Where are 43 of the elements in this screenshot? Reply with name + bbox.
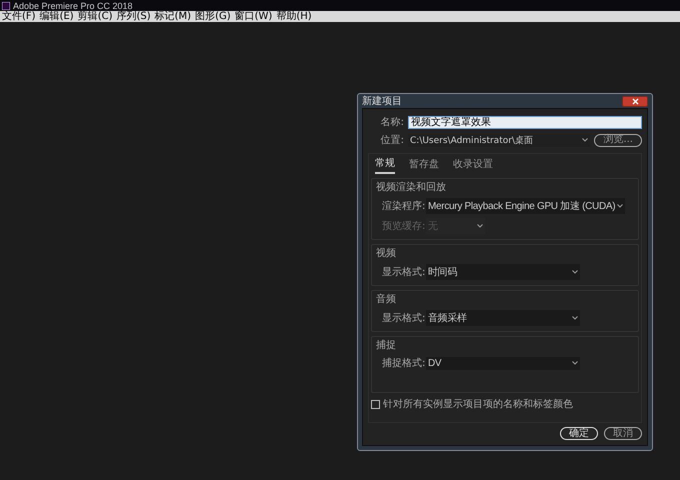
chevron-down-icon: [617, 204, 624, 208]
ok-button[interactable]: 确定: [560, 427, 598, 440]
browse-button[interactable]: 浏览...: [594, 134, 642, 146]
chevron-down-icon: [572, 361, 578, 365]
chevron-down-icon: [582, 138, 588, 142]
dropdown[interactable]: 时间码: [426, 264, 580, 280]
name-field[interactable]: 视频文字遮罩效果: [408, 116, 642, 128]
close-button[interactable]: [622, 96, 648, 106]
group-title: 音频: [376, 292, 397, 306]
field-label: 捕捉格式:: [382, 356, 424, 370]
tab[interactable]: 收录设置: [453, 156, 493, 174]
field-label: 显示格式:: [382, 312, 424, 325]
menu-item[interactable]: 窗口(W): [234, 12, 272, 22]
group-title: 捕捉: [376, 338, 397, 352]
group-title: 视频渲染和回放: [376, 180, 447, 194]
checkbox[interactable]: [371, 400, 380, 408]
window-title: Adobe Premiere Pro CC 2018: [13, 0, 133, 10]
menu-item[interactable]: 序列(S): [116, 12, 151, 22]
chevron-down-icon: [572, 270, 578, 274]
dialog-title: 新建项目: [362, 94, 402, 108]
menu-item[interactable]: 图形(G): [195, 12, 231, 22]
dropdown[interactable]: 音频采样: [426, 310, 580, 326]
group-title: 视频: [376, 246, 397, 260]
name-label: 名称:: [380, 116, 404, 129]
chevron-down-icon: [572, 316, 578, 320]
checkbox-label: 针对所有实例显示项目项的名称和标签颜色: [383, 398, 573, 411]
field-label: 显示格式:: [382, 266, 424, 279]
tab[interactable]: 常规: [375, 156, 395, 174]
field-label: 预览缓存:: [382, 220, 424, 233]
dropdown[interactable]: Mercury Playback Engine GPU 加速 (CUDA): [426, 198, 626, 214]
menu-item[interactable]: 编辑(E): [40, 12, 74, 22]
close-icon: [632, 98, 638, 104]
menu-item[interactable]: 文件(F): [2, 12, 36, 22]
dropdown[interactable]: DV: [426, 356, 580, 370]
location-dropdown[interactable]: C:\Users\Administrator\桌面: [408, 134, 590, 146]
field-label: 渲染程序:: [382, 200, 424, 213]
menu-item[interactable]: 标记(M): [154, 12, 192, 22]
tab[interactable]: 暂存盘: [409, 156, 439, 174]
chevron-down-icon: [477, 224, 483, 228]
menu-item[interactable]: 帮助(H): [276, 12, 312, 22]
menu-item[interactable]: 剪辑(C): [78, 12, 112, 22]
location-label: 位置:: [380, 134, 404, 147]
cancel-button[interactable]: 取消: [604, 427, 642, 440]
